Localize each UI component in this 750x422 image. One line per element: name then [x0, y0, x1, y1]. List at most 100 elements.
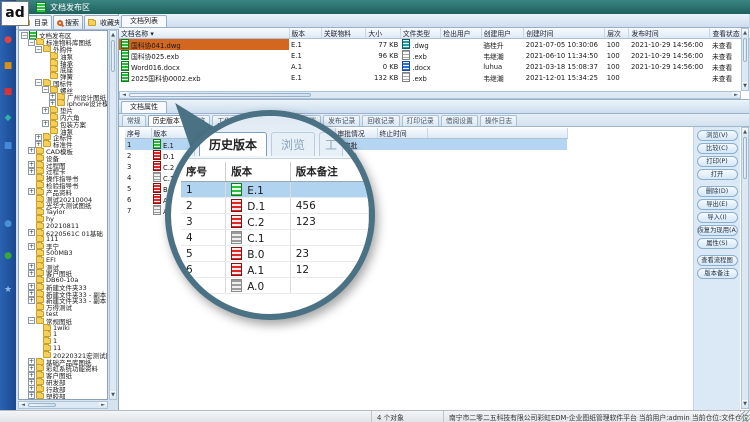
app-logo: ad	[1, 1, 29, 26]
action-button-6[interactable]: 导出(E)	[697, 199, 738, 210]
props-tab-11[interactable]: 操作日志	[480, 115, 517, 126]
action-button-10[interactable]: 查看流程图	[697, 255, 738, 266]
doc-list-vertical-scrollbar[interactable]: ▲ ▼	[741, 28, 749, 91]
history-column-header[interactable]: 序号	[125, 128, 151, 139]
magnified-column-header: 版本	[226, 162, 291, 182]
action-button-3[interactable]: 打印(P)	[697, 156, 738, 167]
magnified-history-table: 序号版本版本备注1E.12D.14563C.21234C.15B.0236A.1…	[181, 162, 369, 294]
chat-icon[interactable]: ●	[2, 34, 14, 46]
action-button-2[interactable]: 比较(C)	[697, 143, 738, 154]
tab-doc-props[interactable]: 文档属性	[121, 101, 167, 113]
scroll-up-icon[interactable]: ▲	[110, 31, 116, 39]
tree-toggle-icon[interactable]: +	[28, 243, 35, 250]
tree-toggle-icon[interactable]: +	[28, 270, 35, 277]
teal-app-icon[interactable]: ◆	[2, 112, 14, 124]
props-tab-9[interactable]: 打印记录	[402, 115, 439, 126]
star-app-icon[interactable]: ★	[2, 284, 14, 296]
scroll-up-icon[interactable]: ▲	[742, 128, 748, 136]
scrollbar-thumb[interactable]	[743, 137, 747, 179]
tree-node[interactable]: +塑胶部	[20, 392, 107, 399]
doc-column-header[interactable]: 发布时间	[629, 28, 710, 39]
tree-node[interactable]: 1	[20, 331, 107, 338]
scroll-right-icon[interactable]: ►	[99, 402, 107, 408]
tree-node[interactable]: +6220561C 01基础	[20, 229, 107, 236]
action-button-11[interactable]: 版本备注	[697, 268, 738, 279]
tree-toggle-icon[interactable]: +	[28, 147, 35, 154]
doc-column-header[interactable]: 文档名称 ▾	[119, 28, 289, 39]
tree-node[interactable]: 1wiki	[20, 324, 107, 331]
tree-node[interactable]: +CAD模板	[20, 148, 107, 155]
tree-toggle-icon[interactable]: +	[28, 297, 35, 304]
red-app-icon[interactable]: ■	[2, 86, 14, 98]
action-button-1[interactable]: 浏览(V)	[697, 130, 738, 141]
doc-list-row[interactable]: Word016.docxA.10 KB.docxluhua2021-03-18 …	[119, 61, 750, 72]
scroll-left-icon[interactable]: ◄	[120, 92, 128, 98]
doc-column-header[interactable]: 关联物料	[321, 28, 366, 39]
scrollbar-thumb[interactable]	[111, 40, 115, 72]
magnified-history-row: 4C.1	[181, 230, 369, 246]
doc-column-header[interactable]: 文件类型	[400, 28, 440, 39]
props-vertical-scrollbar[interactable]: ▲ ▼	[741, 127, 749, 409]
scrollbar-thumb[interactable]	[743, 38, 747, 62]
doc-column-header[interactable]: 检出用户	[441, 28, 481, 39]
scroll-right-icon[interactable]: ►	[732, 92, 740, 98]
blue-doc-app-icon[interactable]: ■	[2, 140, 14, 152]
tree-toggle-icon[interactable]: −	[21, 32, 28, 39]
scroll-up-icon[interactable]: ▲	[742, 29, 748, 37]
action-button-column: 浏览(V) 比较(C) 打印(P) 打开删除(D) 导出(E) 导入(I) 恢复为现用(A)…	[693, 127, 740, 410]
scroll-left-icon[interactable]: ◄	[19, 402, 27, 408]
doc-column-header[interactable]: 层次	[605, 28, 629, 39]
tree-toggle-icon[interactable]: −	[35, 79, 42, 86]
scroll-down-icon[interactable]: ▼	[110, 391, 116, 399]
scrollbar-thumb[interactable]	[129, 93, 311, 97]
tree-toggle-icon[interactable]: +	[42, 120, 49, 127]
tab-doc-list[interactable]: 文档列表	[121, 15, 167, 27]
doc-column-header[interactable]: 版本	[289, 28, 321, 39]
tree-toggle-icon[interactable]: +	[28, 229, 35, 236]
action-button-5[interactable]: 删除(D)	[697, 186, 738, 197]
blue-round-app-icon[interactable]: ●	[2, 218, 14, 230]
doc-cell: 国科协041.dwg	[119, 39, 289, 51]
window-titlebar: 文档发布区	[16, 0, 750, 14]
tree-toggle-icon[interactable]: −	[35, 46, 42, 53]
tree-toggle-icon[interactable]: −	[28, 39, 35, 46]
tree-node[interactable]: Taylor	[20, 209, 107, 216]
action-button-8[interactable]: 恢复为现用(A)	[697, 225, 738, 236]
history-column-header[interactable]	[427, 128, 567, 139]
resize-grip[interactable]	[740, 411, 750, 422]
tree-toggle-icon[interactable]: +	[28, 392, 35, 399]
doc-list-row[interactable]: 国科协041.dwgE.177 KB.dwg骆桂升2021-07-05 10:3…	[119, 39, 750, 51]
doc-list-row[interactable]: 国科协025.exbE.196 KB.exb韦继潮2021-06-10 11:3…	[119, 50, 750, 61]
tree-node[interactable]: +iphone设计模板	[20, 100, 107, 107]
doc-list-row[interactable]: 2025国科协0002.exbE.1132 KB.exb韦继潮2021-12-0…	[119, 72, 750, 83]
doc-column-header[interactable]: 创建用户	[481, 28, 524, 39]
scroll-down-icon[interactable]: ▼	[742, 82, 748, 90]
doc-cell: A.1	[289, 61, 321, 72]
tree-toggle-icon[interactable]: −	[42, 86, 49, 93]
props-tab-1[interactable]: 常规	[122, 115, 146, 126]
action-button-9[interactable]: 属性(S)	[697, 238, 738, 249]
sidebar-tab-2[interactable]: 搜索	[53, 15, 83, 29]
tree-node[interactable]: 500MB3	[20, 250, 107, 257]
sidebar-tab-label: 搜索	[65, 18, 79, 28]
green-app-icon[interactable]: ●	[2, 250, 14, 262]
history-column-header[interactable]: 终止时间	[377, 128, 427, 139]
props-tab-10[interactable]: 借阅设置	[441, 115, 478, 126]
doc-list-horizontal-scrollbar[interactable]: ◄ ►	[119, 91, 741, 99]
tree-toggle-icon[interactable]: +	[28, 188, 35, 195]
doc-column-header[interactable]: 大小	[366, 28, 400, 39]
action-button-7[interactable]: 导入(I)	[697, 212, 738, 223]
folder-app-icon[interactable]: ■	[2, 60, 14, 72]
history-end-time	[377, 139, 427, 151]
tree-toggle-icon[interactable]: +	[28, 168, 35, 175]
tree-vertical-scrollbar[interactable]: ▲ ▼	[109, 30, 117, 400]
scroll-down-icon[interactable]: ▼	[742, 400, 748, 408]
action-button-4[interactable]: 打开	[697, 169, 738, 180]
version-doc-icon	[231, 279, 242, 292]
tree-toggle-icon[interactable]: +	[42, 107, 49, 114]
scrollbar-thumb[interactable]	[28, 403, 56, 407]
doc-column-header[interactable]: 创建时间	[524, 28, 605, 39]
tree-toggle-icon[interactable]: −	[28, 317, 35, 324]
tree-node[interactable]: 1	[20, 338, 107, 345]
tree-horizontal-scrollbar[interactable]: ◄ ►	[18, 401, 108, 409]
